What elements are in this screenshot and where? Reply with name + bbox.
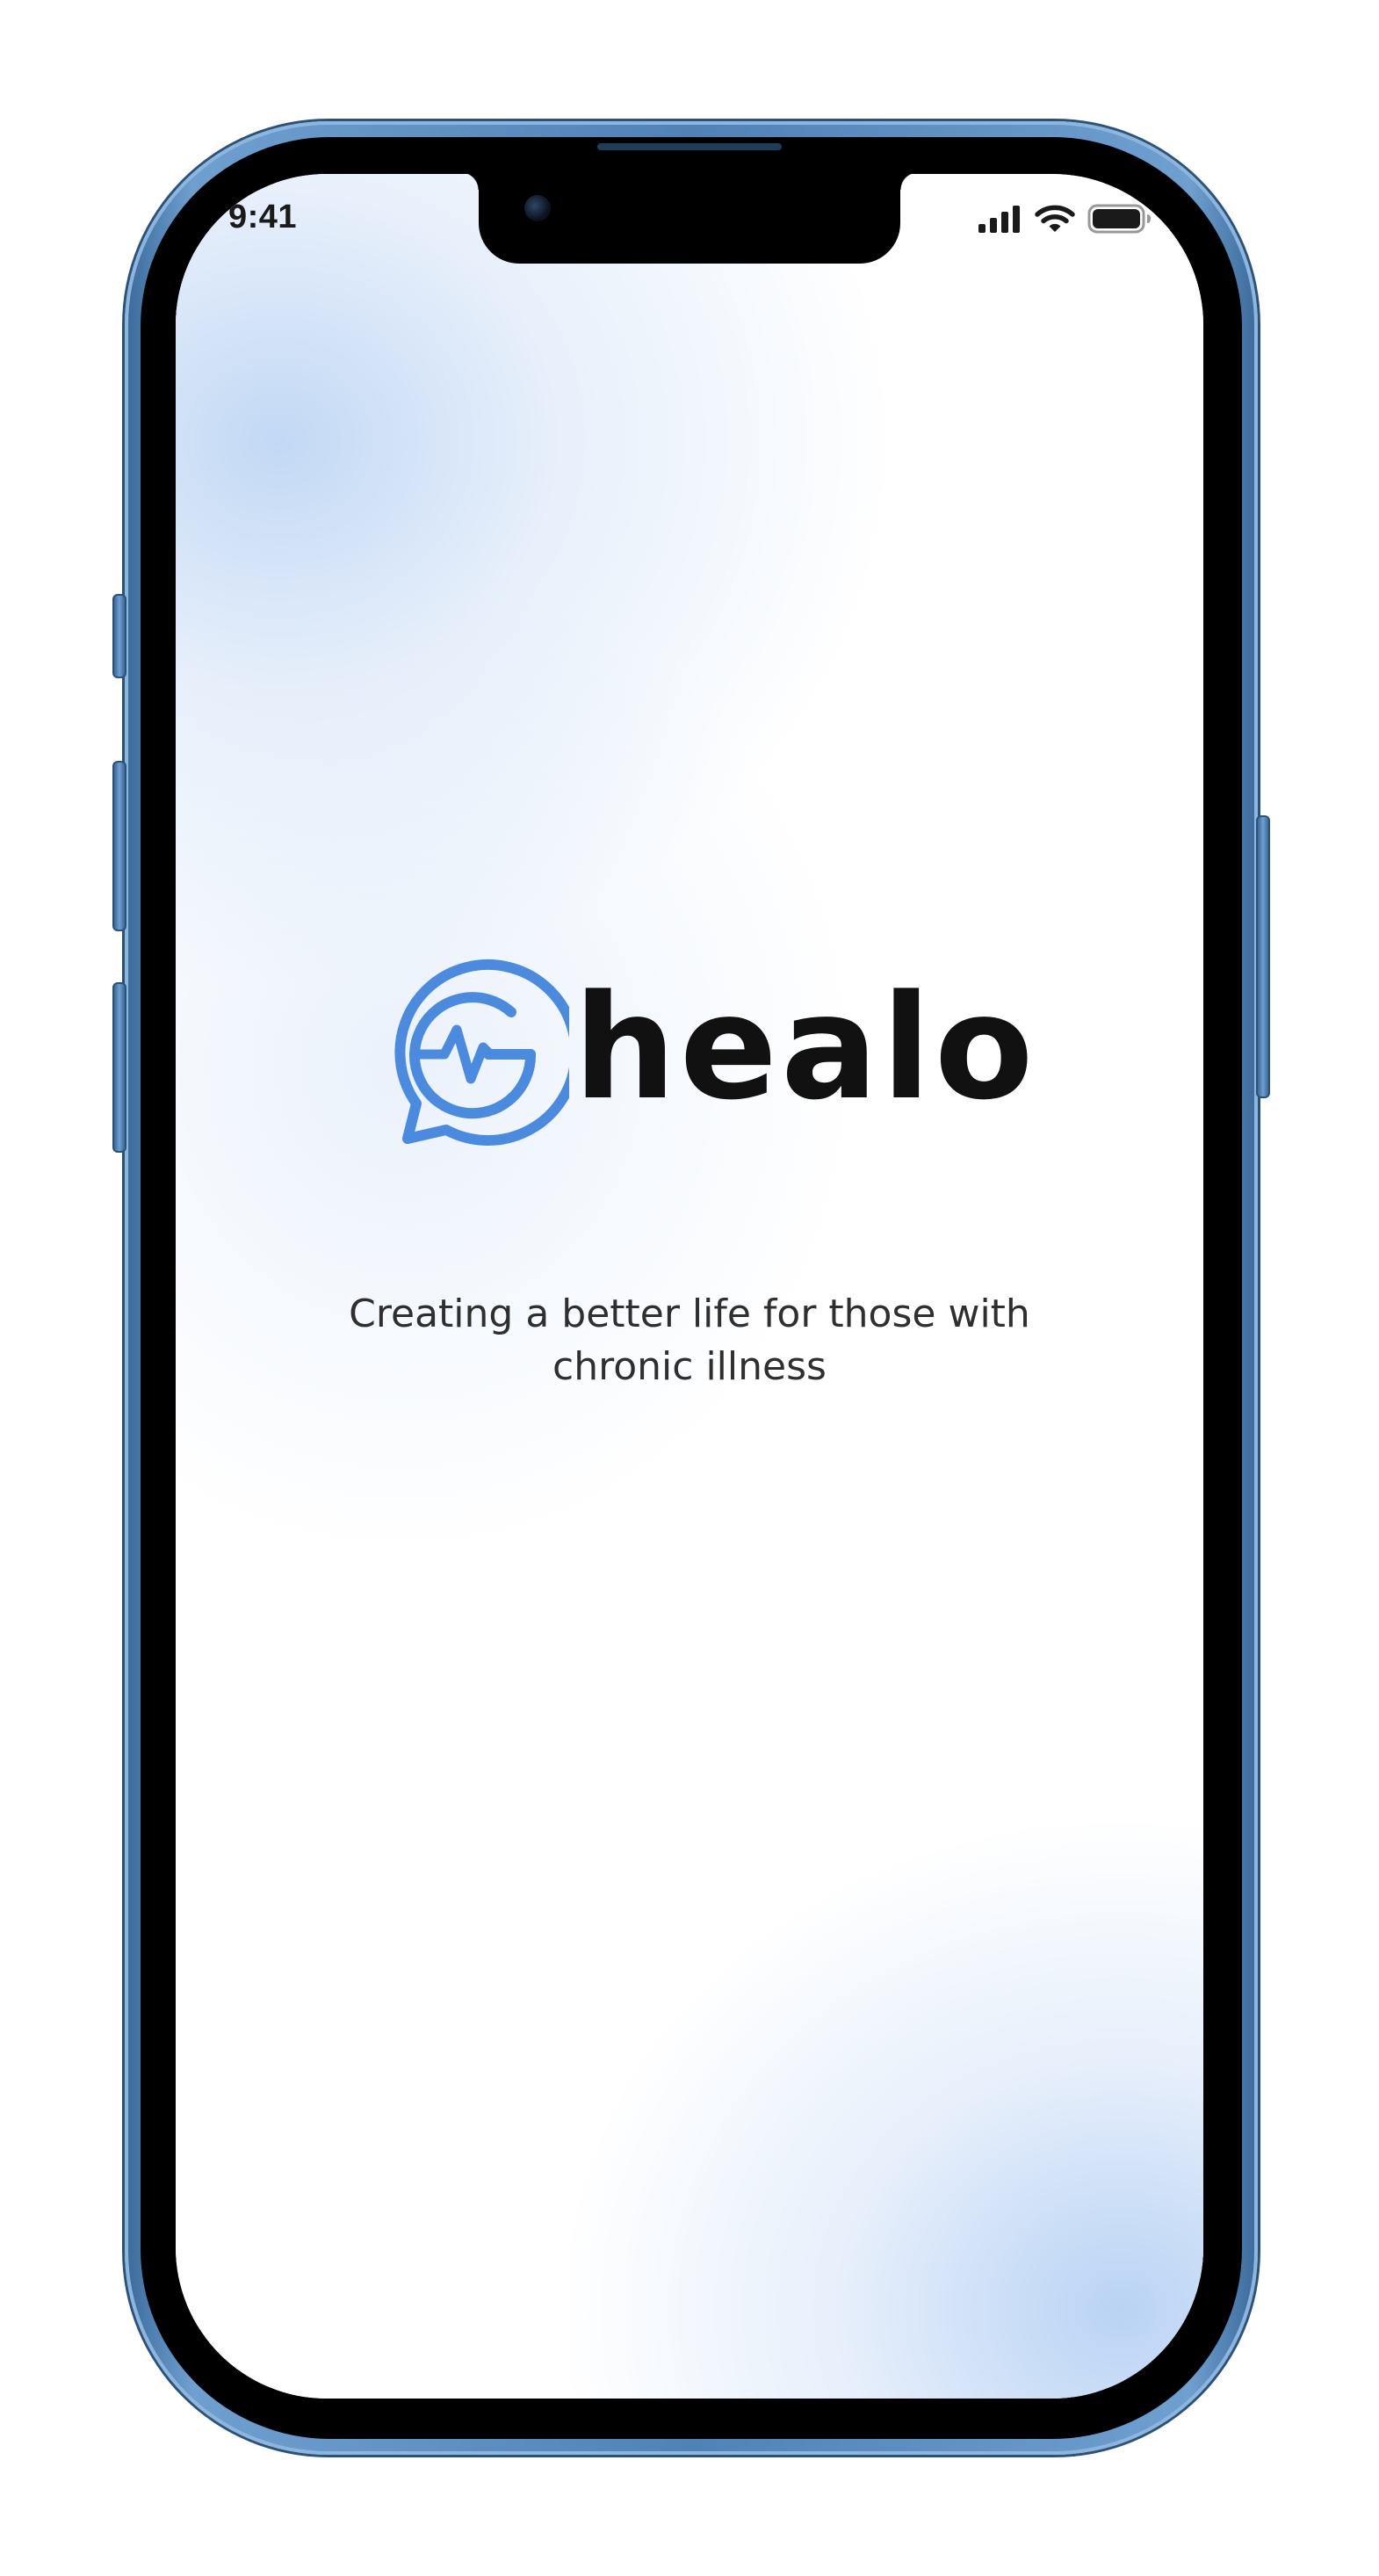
volume-up-button [112, 761, 126, 931]
app-logo: healo [376, 956, 1034, 1176]
wifi-icon [1035, 204, 1075, 234]
mute-switch [112, 594, 126, 678]
splash-screen: 9:41 healo Creating a better life for th… [176, 174, 1203, 2399]
tagline: Creating a better life for those with ch… [349, 1292, 1030, 1389]
power-button [1256, 815, 1270, 1098]
notch [461, 174, 918, 264]
status-time: 9:41 [228, 199, 298, 235]
front-camera [524, 195, 551, 221]
battery-icon [1087, 204, 1152, 234]
gradient-background [176, 174, 1203, 2399]
earpiece-speaker [597, 143, 782, 150]
cellular-signal-icon [977, 205, 1022, 233]
volume-down-button [112, 982, 126, 1153]
brand-wordmark: healo [574, 964, 1037, 1132]
status-icons [977, 204, 1152, 234]
chat-bubble-heartbeat-icon [376, 956, 581, 1158]
